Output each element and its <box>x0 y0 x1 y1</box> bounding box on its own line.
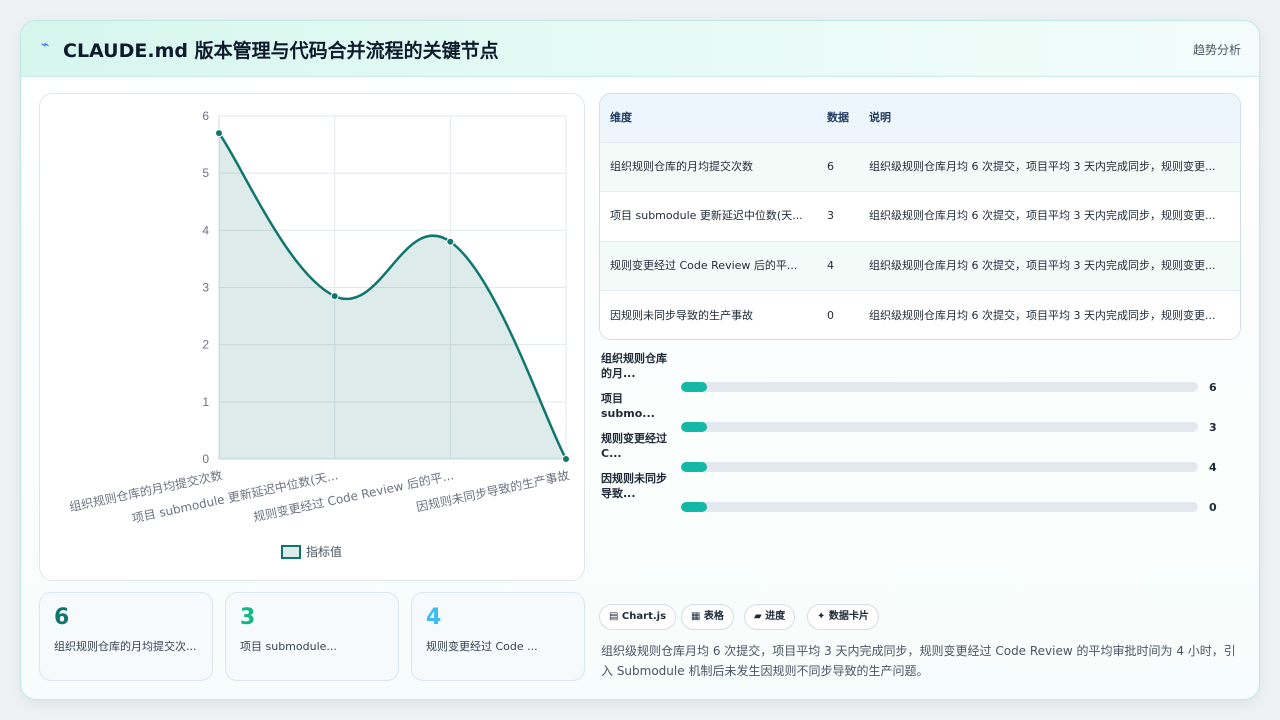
table-row: 因规则未同步导致的生产事故 0 组织级规则仓库月均 6 次提交，项目平均 3 天… <box>600 290 1240 339</box>
y-tick-label: 4 <box>202 223 209 237</box>
series-area-fill <box>219 133 566 459</box>
tag-progress[interactable]: ▰ 进度 <box>744 604 796 630</box>
y-tick-label: 0 <box>202 452 209 466</box>
data-table: 维度 数据 说明 组织规则仓库的月均提交次数 6 组织级规则仓库月均 6 次提交… <box>599 93 1241 340</box>
table-cell-description: 组织级规则仓库月均 6 次提交，项目平均 3 天内完成同步，规则变更... <box>869 308 1216 322</box>
data-point <box>215 129 223 138</box>
stat-card: 3 项目 submodule... <box>225 592 399 681</box>
tag-table[interactable]: ▦ 表格 <box>681 604 734 630</box>
table-row: 组织规则仓库的月均提交次数 6 组织级规则仓库月均 6 次提交，项目平均 3 天… <box>600 142 1240 192</box>
chart-line-icon: ⌁ <box>41 37 50 53</box>
legend-label: 指标值 <box>306 544 342 559</box>
line-chart-svg: 0123456组织规则仓库的月均提交次数项目 submodule 更新延迟中位数… <box>68 109 571 559</box>
progress-item: 项目 submo... 3 <box>601 391 1241 434</box>
stat-label: 规则变更经过 Code ... <box>426 640 538 653</box>
stat-value: 3 <box>240 605 256 630</box>
stat-label: 组织规则仓库的月均提交次... <box>54 640 197 653</box>
data-point <box>562 455 570 463</box>
legend-swatch <box>281 545 301 559</box>
stat-value: 6 <box>54 605 70 630</box>
summary-text: 组织级规则仓库月均 6 次提交，项目平均 3 天内完成同步，规则变更经过 Cod… <box>601 644 1236 678</box>
tag-data-card[interactable]: ✦ 数据卡片 <box>807 604 879 630</box>
stat-card: 6 组织规则仓库的月均提交次... <box>39 592 213 681</box>
x-tick-label: 项目 submodule 更新延迟中位数(天... <box>131 467 340 525</box>
y-tick-label: 2 <box>202 338 209 352</box>
progress-item: 组织规则仓库的月... 6 <box>601 351 1241 394</box>
table-header-description: 说明 <box>869 111 891 125</box>
stat-label: 项目 submodule... <box>240 640 337 653</box>
trend-analysis-label[interactable]: 趋势分析 <box>1193 41 1241 58</box>
progress-value: 0 <box>1209 501 1217 514</box>
tag-chartjs[interactable]: ▤ Chart.js <box>599 604 677 630</box>
table-cell-description: 组织级规则仓库月均 6 次提交，项目平均 3 天内完成同步，规则变更... <box>869 209 1216 223</box>
table-cell-value: 4 <box>827 258 834 272</box>
y-tick-label: 1 <box>202 395 209 409</box>
table-header-data: 数据 <box>827 111 849 125</box>
stat-value: 4 <box>426 605 442 630</box>
data-point <box>446 237 455 246</box>
table-header-dimension: 维度 <box>610 111 632 125</box>
progress-label: 组织规则仓库的月... <box>601 352 667 380</box>
progress-item: 因规则未同步导致... 0 <box>601 471 1241 514</box>
dashboard-card: ⌁ CLAUDE.md 版本管理与代码合并流程的关键节点 趋势分析 0 1 2 3 4 5… <box>20 20 1260 700</box>
table-cell-name: 组织规则仓库的月均提交次数 <box>610 159 753 173</box>
table-cell-description: 组织级规则仓库月均 6 次提交，项目平均 3 天内完成同步，规则变更... <box>869 258 1216 272</box>
progress-track <box>681 502 1198 512</box>
progress-label: 规则变更经过 C... <box>601 432 667 460</box>
header-bar: ⌁ CLAUDE.md 版本管理与代码合并流程的关键节点 趋势分析 <box>21 21 1259 77</box>
x-tick-label: 规则变更经过 Code Review 后的平... <box>252 467 455 524</box>
table-cell-value: 6 <box>827 159 834 173</box>
table-cell-value: 0 <box>827 308 834 322</box>
y-tick-label: 5 <box>202 166 209 180</box>
progress-label: 项目 submo... <box>601 392 655 420</box>
page-title: CLAUDE.md 版本管理与代码合并流程的关键节点 <box>63 40 499 62</box>
table-cell-value: 3 <box>827 209 834 223</box>
table-row: 项目 submodule 更新延迟中位数(天... 3 组织级规则仓库月均 6 … <box>600 191 1240 241</box>
progress-label: 因规则未同步导致... <box>601 472 667 500</box>
progress-fill <box>681 502 707 512</box>
table-cell-name: 项目 submodule 更新延迟中位数(天... <box>610 209 803 223</box>
table-cell-name: 规则变更经过 Code Review 后的平... <box>610 258 798 272</box>
table-cell-name: 因规则未同步导致的生产事故 <box>610 308 753 322</box>
table-header-row: 维度 数据 说明 <box>600 94 1240 142</box>
line-chart: 0 1 2 3 4 5 6 组织规则仓库的月均提交次数 项目 submodule 更新延迟中位数… <box>39 93 585 581</box>
y-tick-label: 3 <box>202 281 209 295</box>
y-tick-label: 6 <box>202 109 209 123</box>
stat-card: 4 规则变更经过 Code ... <box>411 592 585 681</box>
progress-item: 规则变更经过 C... 4 <box>601 431 1241 474</box>
progress-list: 组织规则仓库的月... 6 项目 submo... 3 规则变更经过 C... … <box>601 351 1241 514</box>
table-cell-description: 组织级规则仓库月均 6 次提交，项目平均 3 天内完成同步，规则变更... <box>869 159 1216 173</box>
table-row: 规则变更经过 Code Review 后的平... 4 组织级规则仓库月均 6 … <box>600 241 1240 291</box>
data-point <box>330 292 339 301</box>
